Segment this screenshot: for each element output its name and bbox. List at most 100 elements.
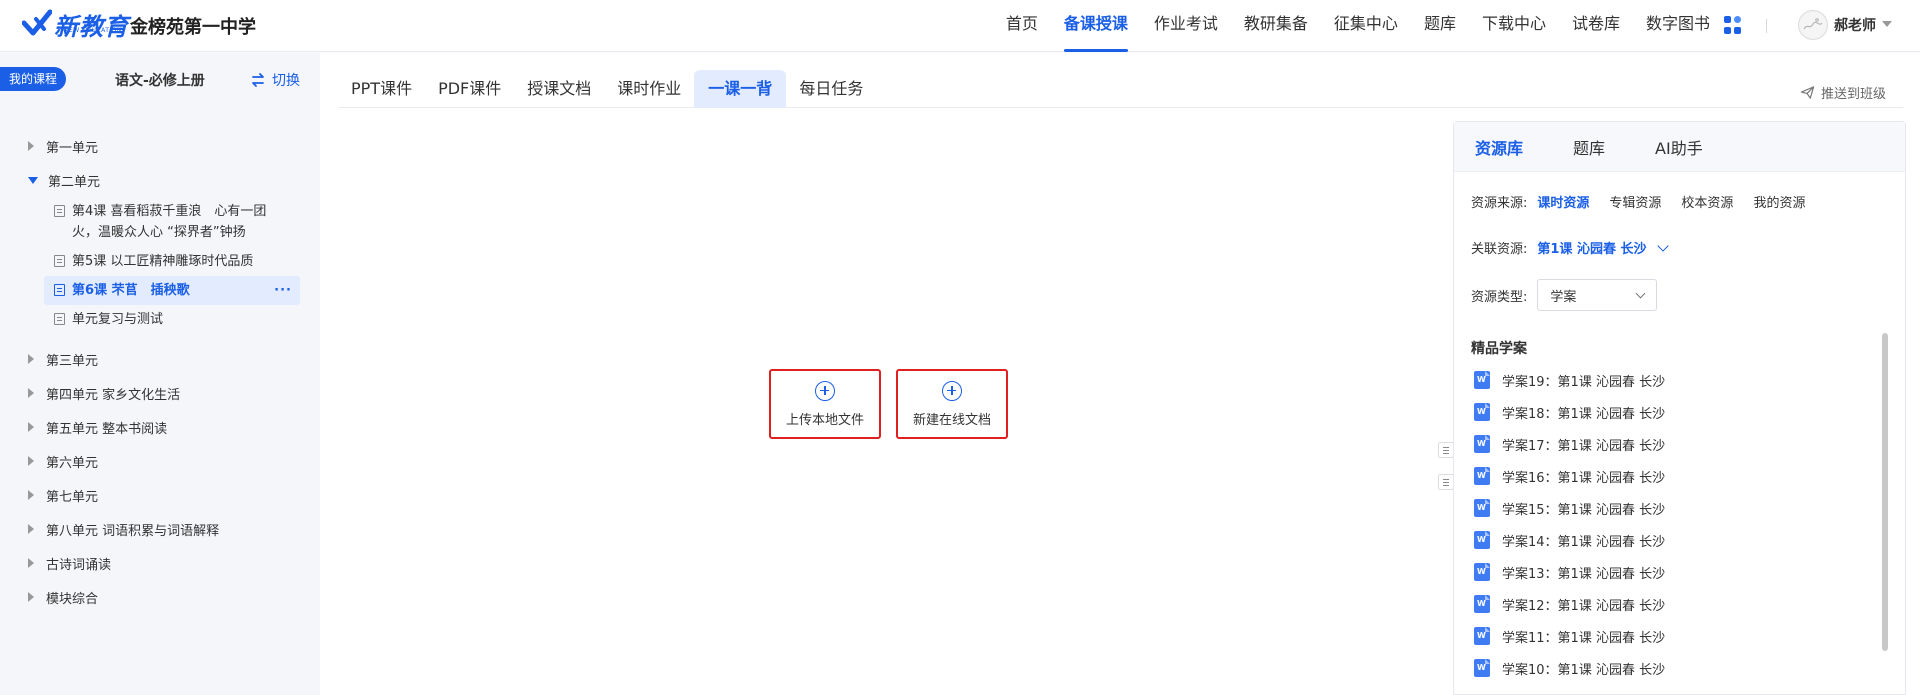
upload-local-label: 上传本地文件 (785, 412, 864, 428)
source-school-resources[interactable]: 校本资源 (1681, 192, 1733, 211)
source-album-resources[interactable]: 专辑资源 (1609, 192, 1661, 211)
unit-label: 第二单元 (48, 174, 101, 190)
list-item-label: 学案18：第1课 沁园春 长沙 (1502, 406, 1666, 422)
expand-triangle-icon (28, 422, 34, 432)
list-item[interactable]: 学案14：第1课 沁园春 长沙 (1474, 524, 1864, 556)
list-item-label: 学案10：第1课 沁园春 长沙 (1502, 662, 1666, 678)
tab-ai-assistant[interactable]: AI助手 (1655, 135, 1703, 159)
expand-triangle-icon (28, 354, 34, 364)
unit-module-review[interactable]: 模块综合 (0, 580, 320, 614)
unit-8[interactable]: 第八单元 词语积累与词语解释 (0, 512, 320, 546)
unit-label: 古诗词诵读 (46, 557, 112, 573)
word-doc-icon (1474, 563, 1490, 581)
unit-3[interactable]: 第三单元 (0, 342, 320, 376)
tab-resource-library[interactable]: 资源库 (1475, 135, 1523, 159)
expand-triangle-icon (28, 490, 34, 500)
nav-paper-library[interactable]: 试卷库 (1572, 0, 1620, 52)
logo-subtext: NEW EDUCATION (64, 27, 122, 34)
panel-resize-icon[interactable] (1438, 474, 1454, 490)
new-online-doc-label: 新建在线文档 (912, 412, 991, 428)
tab-question-bank[interactable]: 题库 (1573, 135, 1605, 159)
collapse-triangle-icon (28, 176, 38, 184)
word-doc-icon (1474, 499, 1490, 517)
unit-5[interactable]: 第五单元 整本书阅读 (0, 410, 320, 444)
unit-tree: 第一单元 第二单元 第4课 喜看稻菽千重浪 心有一团火，温暖众人心 “探界者”钟… (0, 129, 320, 614)
expand-triangle-icon (28, 388, 34, 398)
my-course-tag[interactable]: 我的课程 (0, 67, 67, 91)
expand-triangle-icon (28, 141, 34, 151)
new-online-doc-button[interactable]: 新建在线文档 (896, 369, 1008, 439)
source-my-resources[interactable]: 我的资源 (1753, 192, 1805, 211)
upload-local-file-button[interactable]: 上传本地文件 (769, 369, 881, 439)
list-item[interactable]: 学案10：第1课 沁园春 长沙 (1474, 652, 1864, 684)
lesson-5[interactable]: 第5课 以工匠精神雕琢时代品质 (44, 247, 300, 276)
unit-2[interactable]: 第二单元 (0, 163, 320, 197)
list-item[interactable]: 学案12：第1课 沁园春 长沙 (1474, 588, 1864, 620)
avatar[interactable] (1798, 10, 1828, 40)
source-lesson-resources[interactable]: 课时资源 (1537, 192, 1589, 211)
push-to-class-button[interactable]: 推送到班级 (1800, 83, 1886, 102)
related-label: 关联资源: (1471, 242, 1528, 257)
more-options-icon[interactable]: ··· (274, 280, 292, 301)
unit-1[interactable]: 第一单元 (0, 129, 320, 163)
top-header: 新教育 NEW EDUCATION 金榜苑第一中学 首页 备课授课 作业考试 教… (0, 0, 1920, 52)
logo-text: 新教育 (54, 12, 129, 41)
unit-label: 第一单元 (46, 140, 99, 156)
unit-4[interactable]: 第四单元 家乡文化生活 (0, 376, 320, 410)
nav-teaching-research[interactable]: 教研集备 (1244, 0, 1308, 52)
panel-collapse-icon[interactable] (1438, 442, 1454, 458)
unit-ancient-poetry[interactable]: 古诗词诵读 (0, 546, 320, 580)
type-label: 资源类型: (1471, 289, 1528, 305)
tab-class-homework[interactable]: 课时作业 (604, 70, 694, 108)
unit-7[interactable]: 第七单元 (0, 478, 320, 512)
list-item[interactable]: 学案19：第1课 沁园春 长沙 (1474, 364, 1864, 396)
related-resource-dropdown[interactable]: 第1课 沁园春 长沙 (1537, 238, 1669, 257)
type-value: 学案 (1550, 289, 1577, 305)
tab-teaching-doc[interactable]: 授课文档 (514, 70, 604, 108)
list-item[interactable]: 学案16：第1课 沁园春 长沙 (1474, 460, 1864, 492)
resource-list-scrollbar[interactable] (1882, 333, 1888, 651)
resource-source-row: 资源来源: 课时资源 专辑资源 校本资源 我的资源 (1471, 192, 1825, 211)
list-item-label: 学案12：第1课 沁园春 长沙 (1502, 598, 1666, 614)
list-item[interactable]: 学案15：第1课 沁园春 长沙 (1474, 492, 1864, 524)
tab-pdf[interactable]: PDF课件 (425, 70, 514, 108)
send-plane-icon (1800, 86, 1815, 99)
swap-icon (252, 73, 264, 87)
unit-6[interactable]: 第六单元 (0, 444, 320, 478)
nav-home[interactable]: 首页 (1006, 0, 1038, 52)
logo[interactable]: 新教育 (22, 8, 129, 41)
list-item[interactable]: 学案11：第1课 沁园春 长沙 (1474, 620, 1864, 652)
tab-daily-tasks[interactable]: 每日任务 (786, 70, 876, 108)
nav-question-bank[interactable]: 题库 (1424, 0, 1456, 52)
lesson-6[interactable]: 第6课 芣苢 插秧歌 ··· (44, 276, 300, 305)
lesson-4[interactable]: 第4课 喜看稻菽千重浪 心有一团火，温暖众人心 “探界者”钟扬 (44, 197, 300, 247)
expand-triangle-icon (28, 456, 34, 466)
nav-digital-books[interactable]: 数字图书 (1646, 0, 1710, 52)
tab-one-lesson-one-recite[interactable]: 一课一背 (694, 70, 787, 108)
list-item[interactable]: 学案13：第1课 沁园春 长沙 (1474, 556, 1864, 588)
nav-lesson-prep[interactable]: 备课授课 (1063, 0, 1128, 52)
word-doc-icon (1474, 435, 1490, 453)
header-divider (1766, 19, 1767, 33)
section-title: 精品学案 (1471, 341, 1527, 357)
unit-2-lessons: 第4课 喜看稻菽千重浪 心有一团火，温暖众人心 “探界者”钟扬 第5课 以工匠精… (0, 197, 320, 334)
unit-label: 第七单元 (46, 489, 99, 505)
nav-homework-exam[interactable]: 作业考试 (1154, 0, 1218, 52)
switch-course-button[interactable]: 切换 (250, 70, 300, 90)
nav-collection-center[interactable]: 征集中心 (1334, 0, 1398, 52)
user-caret-icon[interactable] (1882, 21, 1892, 27)
user-name[interactable]: 郝老师 (1834, 15, 1876, 35)
nav-download-center[interactable]: 下载中心 (1482, 0, 1546, 52)
unit-label: 第八单元 词语积累与词语解释 (46, 523, 220, 539)
list-item[interactable]: 学案18：第1课 沁园春 长沙 (1474, 396, 1864, 428)
resource-type-select[interactable]: 学案 (1537, 279, 1658, 311)
unit-review[interactable]: 单元复习与测试 (44, 305, 300, 334)
apps-grid-icon[interactable] (1724, 16, 1742, 34)
tab-ppt[interactable]: PPT课件 (338, 70, 425, 108)
list-item[interactable]: 学案17：第1课 沁园春 长沙 (1474, 428, 1864, 460)
unit-label: 模块综合 (46, 591, 99, 607)
top-nav: 首页 备课授课 作业考试 教研集备 征集中心 题库 下载中心 试卷库 数字图书 (980, 0, 1710, 52)
unit-label: 第六单元 (46, 455, 99, 471)
list-item-label: 学案13：第1课 沁园春 长沙 (1502, 566, 1666, 582)
list-item-label: 学案14：第1课 沁园春 长沙 (1502, 534, 1666, 550)
